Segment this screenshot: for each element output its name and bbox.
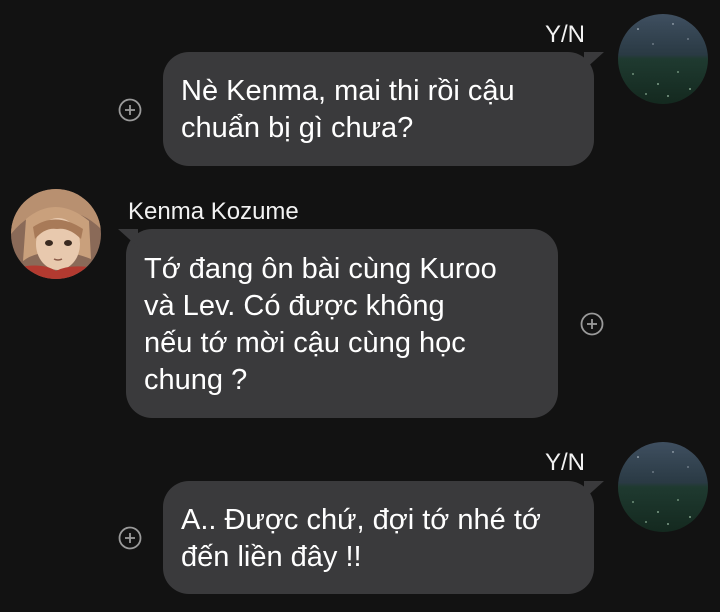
add-reaction-icon [118,526,142,550]
message-text-line: đến liền đây !! [181,541,362,573]
avatar[interactable] [618,14,708,104]
message-text-line: chuẩn bị gì chưa? [181,112,414,144]
sender-name: Kenma Kozume [128,198,299,225]
night-meadow-avatar-icon [618,442,708,532]
add-reaction-button[interactable] [118,98,142,122]
night-meadow-avatar-icon [618,14,708,104]
anime-character-avatar-icon [11,189,101,279]
bubble-tail [584,481,604,499]
message-bubble[interactable]: Tớ đang ôn bài cùng Kuroo và Lev. Có đượ… [126,229,558,418]
add-reaction-button[interactable] [580,312,604,336]
avatar[interactable] [11,189,101,279]
message-text-line: A.. Được chứ, đợi tớ nhé tớ [181,504,541,536]
bubble-tail [118,229,138,247]
message-bubble[interactable]: A.. Được chứ, đợi tớ nhé tớ đến liền đây… [163,481,594,594]
avatar[interactable] [618,442,708,532]
sender-name: Y/N [545,21,586,48]
message-text-line: chung ? [144,364,248,396]
message-text-line: Tớ đang ôn bài cùng Kuroo [144,253,497,285]
message-text-line: Nè Kenma, mai thi rồi cậu [181,75,515,107]
sender-name: Y/N [545,449,586,476]
add-reaction-icon [118,98,142,122]
message-text-line: và Lev. Có được không [144,290,445,322]
message-text-line: nếu tớ mời cậu cùng học [144,327,466,359]
bubble-tail [584,52,604,70]
message-bubble[interactable]: Nè Kenma, mai thi rồi cậu chuẩn bị gì ch… [163,52,594,166]
add-reaction-icon [580,312,604,336]
add-reaction-button[interactable] [118,526,142,550]
